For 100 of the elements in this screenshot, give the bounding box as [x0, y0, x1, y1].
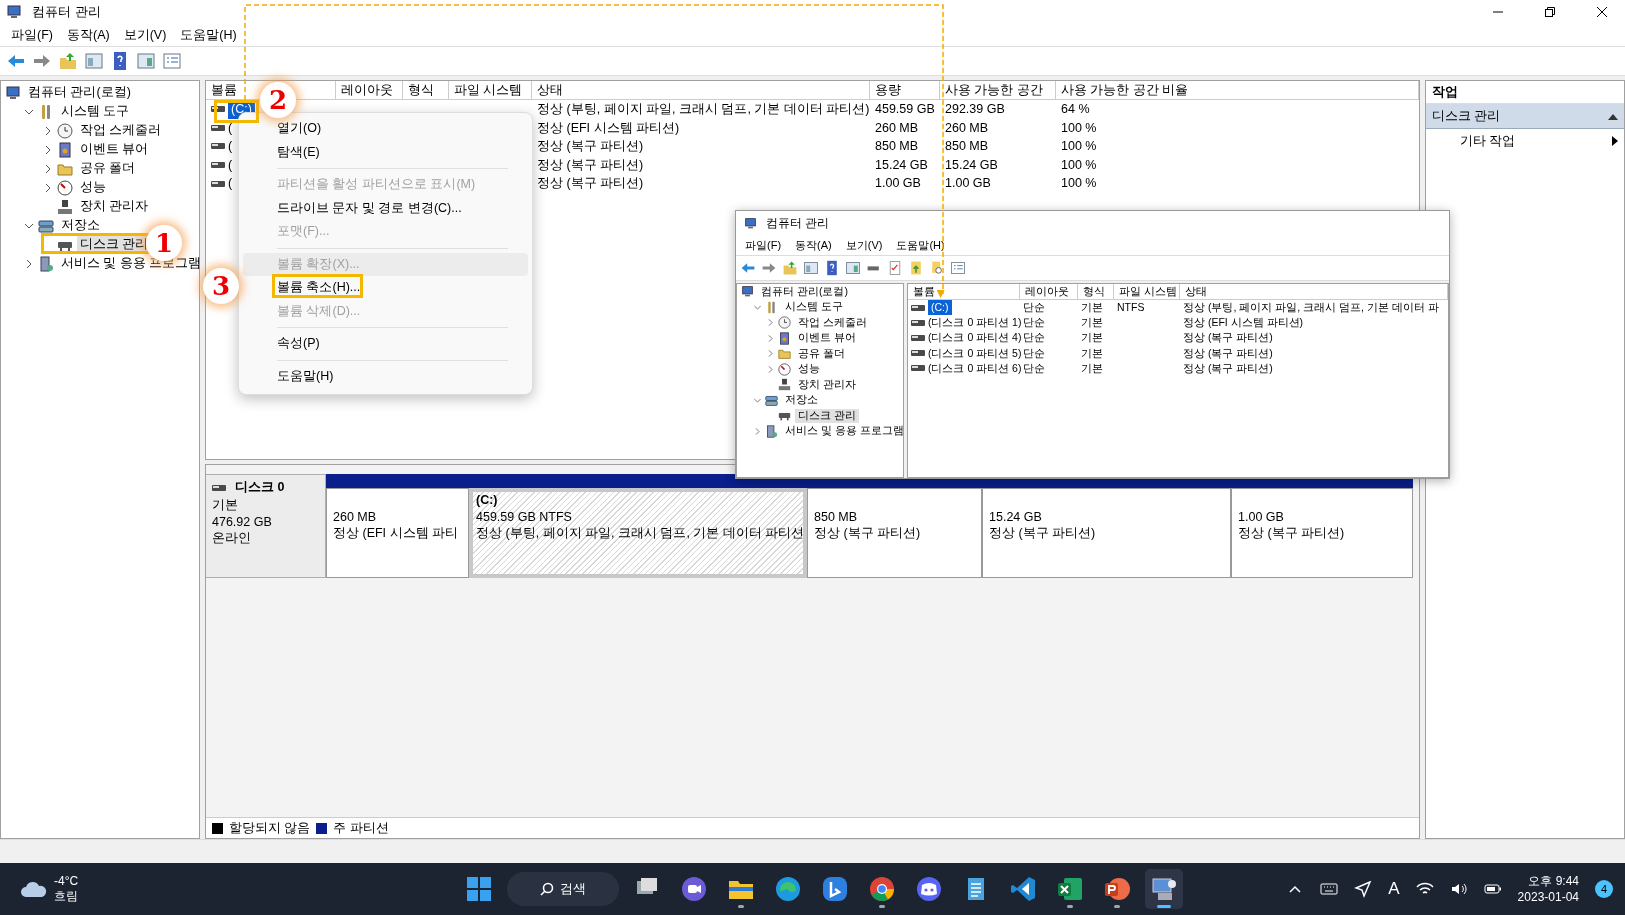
table-cell-text: 정상 (복구 파티션): [537, 175, 644, 193]
partition-block[interactable]: 1.00 GB 정상 (복구 파티션): [1231, 488, 1413, 578]
table-cell[interactable]: (디스크 0 파티션 1): [928, 315, 1022, 331]
menu-item[interactable]: 동작(A): [59, 26, 117, 44]
column-header[interactable]: 상태: [532, 81, 870, 100]
clock-date[interactable]: 2023-01-04: [1517, 889, 1579, 905]
drive-icon: [911, 349, 925, 358]
column-header[interactable]: 상태: [1180, 284, 1448, 300]
table-cell[interactable]: (: [228, 137, 233, 156]
column-header[interactable]: 형식: [1078, 284, 1114, 300]
temperature: -4°C: [54, 874, 79, 889]
checklist-icon[interactable]: [887, 260, 903, 276]
table-cell[interactable]: (: [228, 174, 233, 193]
tree-item[interactable]: 이벤트 뷰어: [77, 141, 152, 158]
tree-item[interactable]: 성능: [795, 362, 823, 377]
column-header[interactable]: 레이아웃: [1020, 284, 1078, 300]
table-cell[interactable]: (디스크 0 파티션 6): [928, 360, 1022, 376]
tree-item[interactable]: 저장소: [58, 217, 103, 234]
pane-icon[interactable]: [136, 51, 156, 71]
tree-item[interactable]: 시스템 도구: [58, 103, 133, 120]
table-cell-text: 정상 (EFI 시스템 파티션): [537, 119, 680, 137]
table-cell-text: 292.39 GB: [945, 101, 1005, 118]
taskbar-app[interactable]: [1145, 869, 1183, 909]
column-header[interactable]: 사용 가능한 공간 비율: [1056, 81, 1419, 100]
column-header[interactable]: 용량: [870, 81, 940, 100]
column-header[interactable]: 레이아웃: [336, 81, 403, 100]
notification-badge[interactable]: 4: [1595, 880, 1613, 898]
keyboard-icon[interactable]: [1320, 880, 1339, 898]
folder-up-icon[interactable]: [58, 51, 78, 71]
presentation-icon: [1103, 875, 1131, 903]
tree-item[interactable]: 컴퓨터 관리(로컬): [25, 84, 134, 101]
help-icon[interactable]: [824, 260, 840, 276]
column-header[interactable]: 형식: [403, 81, 449, 100]
partition-block[interactable]: 850 MB 정상 (복구 파티션): [807, 488, 982, 578]
table-cell[interactable]: (C:): [928, 300, 952, 316]
menu-item[interactable]: 탐색(E): [243, 140, 528, 164]
table-cell[interactable]: (: [228, 118, 233, 138]
table-cell: 기본: [1081, 315, 1103, 331]
column-header[interactable]: 파일 시스템: [449, 81, 532, 100]
menu-item[interactable]: 도움말(H): [173, 26, 244, 44]
storage-icon: [765, 393, 778, 407]
collapse-icon[interactable]: [1608, 112, 1618, 120]
column-header[interactable]: 사용 가능한 공간: [940, 81, 1056, 100]
menu-item[interactable]: 파일(F): [4, 26, 60, 44]
partition-block[interactable]: 260 MB 정상 (EFI 시스템 파티: [326, 488, 469, 578]
partition-block[interactable]: 15.24 GB 정상 (복구 파티션): [982, 488, 1231, 578]
location-icon[interactable]: [1354, 880, 1373, 898]
table-cell-text: 64 %: [1061, 101, 1090, 118]
cloud-icon[interactable]: [20, 879, 48, 899]
find-icon[interactable]: [929, 260, 945, 276]
menu-item[interactable]: 보기(V): [116, 26, 174, 44]
tree-item[interactable]: 작업 스케줄러: [77, 122, 165, 139]
table-cell[interactable]: (디스크 0 파티션 4): [928, 330, 1022, 346]
tree-item[interactable]: 컴퓨터 관리(로컬): [758, 284, 851, 299]
folder-icon: [778, 347, 791, 361]
export-icon[interactable]: [908, 260, 924, 276]
menu-item[interactable]: 보기(V): [838, 237, 890, 253]
book-icon: [778, 331, 791, 345]
tree-item[interactable]: 공유 폴더: [77, 160, 139, 177]
window-title: 컴퓨터 관리: [766, 215, 830, 231]
tree-item[interactable]: 장치 관리자: [77, 198, 152, 215]
menu-item[interactable]: 도움말(H): [243, 364, 528, 388]
disk-state: 온라인: [212, 530, 252, 547]
column-header[interactable]: 볼륨: [908, 284, 1020, 300]
partition-block[interactable]: (C:) 459.59 GB NTFS 정상 (부팅, 페이지 파일, 크래시 덤프, 기본 데이터 파티션: [469, 488, 807, 578]
table-cell[interactable]: (: [228, 155, 233, 175]
menu-item[interactable]: 드라이브 문자 및 경로 변경(C)...: [243, 196, 528, 220]
tree-item[interactable]: 시스템 도구: [782, 300, 846, 315]
tree-item[interactable]: 이벤트 뷰어: [795, 331, 859, 346]
pane-icon[interactable]: [803, 260, 819, 276]
tree-item[interactable]: 서비스 및 응용 프로그램: [782, 424, 903, 439]
table-cell: 단순: [1023, 315, 1045, 331]
menu-item[interactable]: 동작(A): [788, 237, 839, 253]
input-method[interactable]: A: [1388, 879, 1400, 899]
table-cell[interactable]: (디스크 0 파티션 5): [928, 345, 1022, 361]
menu-item[interactable]: 열기(O): [243, 117, 528, 141]
action-item[interactable]: 기타 작업: [1426, 129, 1624, 153]
action-item[interactable]: 디스크 관리: [1426, 104, 1624, 129]
table-cell-text: 기본: [1081, 300, 1103, 315]
table-cell-text: 100 %: [1061, 175, 1097, 193]
disk-name: 디스크 0: [235, 479, 285, 496]
menu-item[interactable]: 볼륨 축소(H)...: [243, 276, 528, 300]
weather-condition: 흐림: [54, 889, 79, 904]
search-button[interactable]: 검색: [507, 872, 619, 906]
tree-item[interactable]: 저장소: [782, 393, 821, 408]
tree-item[interactable]: 장치 관리자: [795, 377, 859, 392]
menu-item[interactable]: 도움말(H): [889, 237, 952, 253]
tree-item[interactable]: 공유 폴더: [795, 346, 848, 361]
list-icon[interactable]: [950, 260, 966, 276]
menu-item[interactable]: 파일(F): [738, 237, 789, 253]
folder-up-icon[interactable]: [782, 260, 798, 276]
tree-item[interactable]: 성능: [77, 179, 109, 196]
table-cell: 기본: [1081, 330, 1103, 346]
table-cell: 단순: [1023, 360, 1045, 376]
tree-item[interactable]: 디스크 관리: [795, 408, 859, 423]
menu-item[interactable]: 속성(P): [243, 332, 528, 356]
column-header[interactable]: 파일 시스템: [1114, 284, 1180, 300]
clock-time[interactable]: 오후 9:44: [1528, 873, 1579, 889]
tree-item[interactable]: 작업 스케줄러: [795, 315, 870, 330]
pane-icon[interactable]: [845, 260, 861, 276]
